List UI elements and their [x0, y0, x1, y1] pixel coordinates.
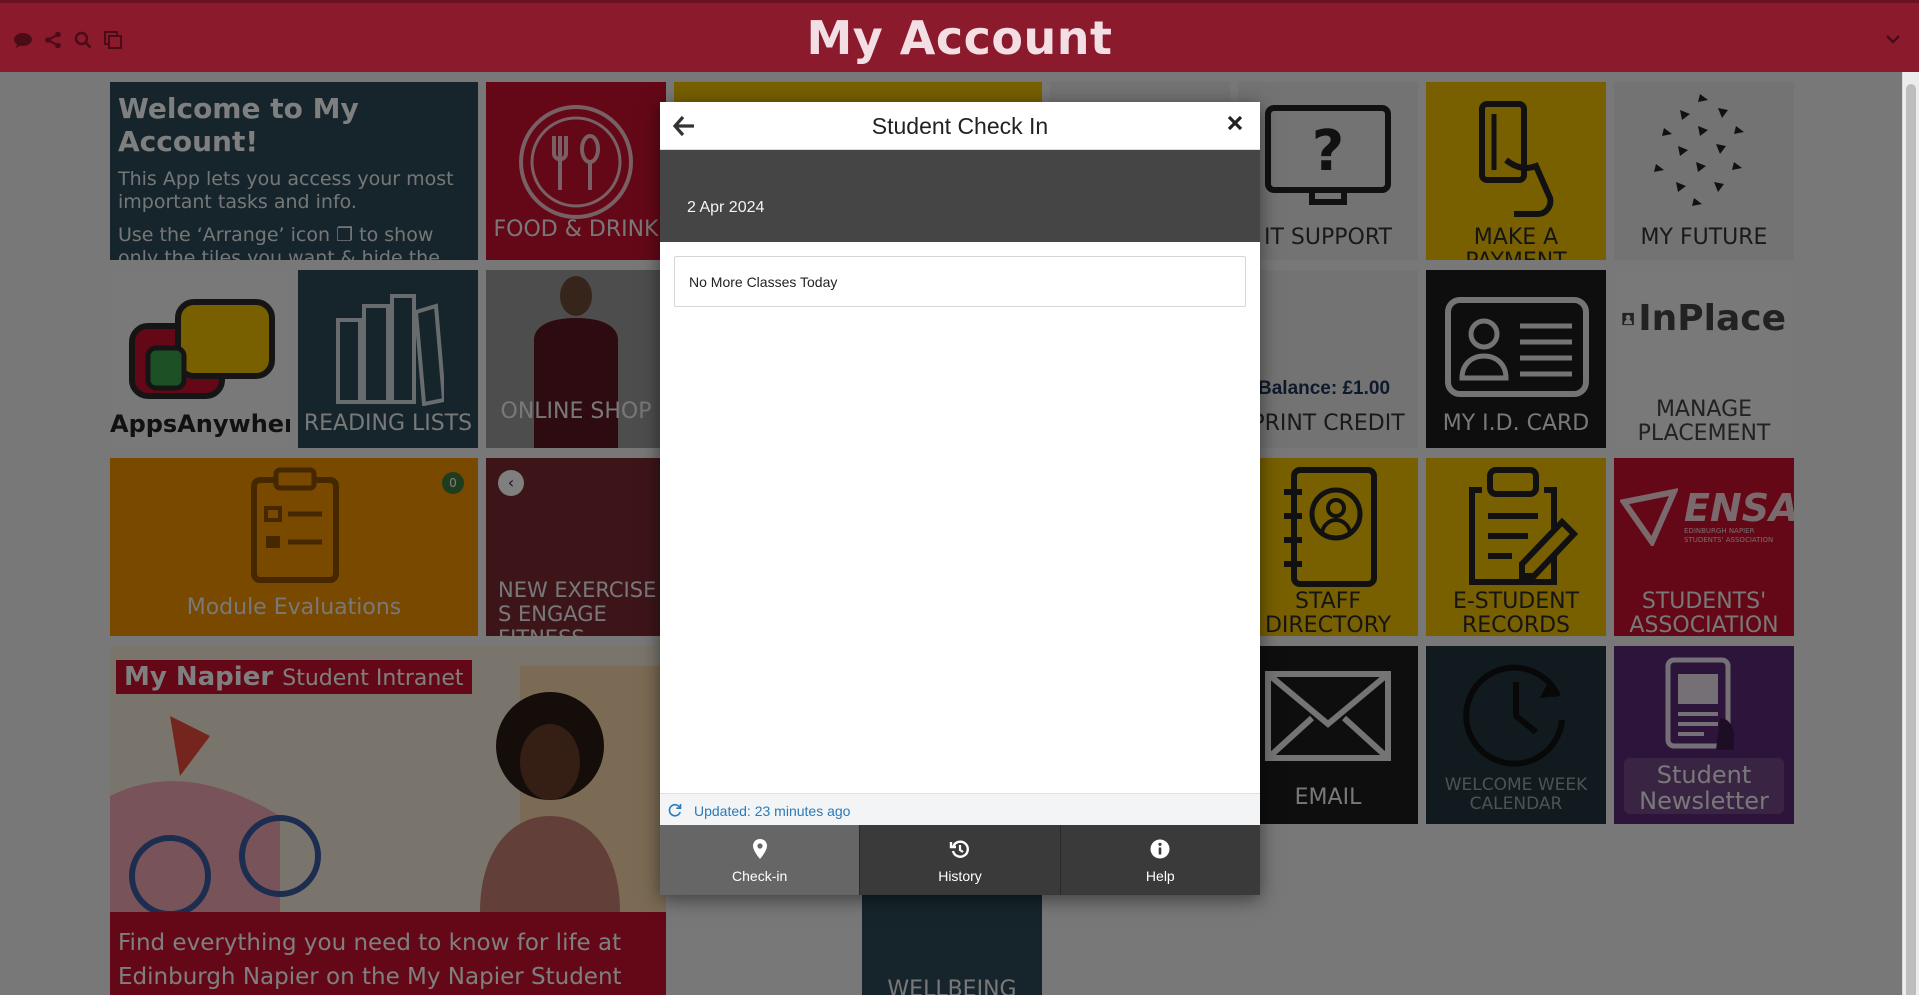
scrollbar-thumb[interactable] — [1906, 84, 1916, 995]
updated-status-text: Updated: 23 minutes ago — [694, 803, 851, 819]
tab-check-in[interactable]: Check-in — [660, 825, 861, 895]
chevron-down-icon[interactable] — [1883, 29, 1903, 49]
tab-check-in-label: Check-in — [732, 868, 788, 884]
tab-help-label: Help — [1145, 868, 1175, 884]
tab-help[interactable]: Help — [1061, 825, 1260, 895]
modal-header: Student Check In — [660, 102, 1260, 150]
page-scrollbar[interactable] — [1902, 72, 1919, 995]
modal-tab-bar: Check-in History Help — [660, 825, 1260, 895]
app-header: My Account — [0, 0, 1919, 72]
date-bar: 2 Apr 2024 — [660, 150, 1260, 242]
class-list: No More Classes Today — [660, 242, 1260, 793]
history-icon — [949, 838, 971, 860]
location-pin-icon — [749, 838, 771, 860]
class-list-item: No More Classes Today — [674, 256, 1246, 307]
page-title: My Account — [806, 11, 1113, 65]
modal-title: Student Check In — [871, 113, 1049, 139]
tab-history[interactable]: History — [860, 825, 1061, 895]
check-in-date: 2 Apr 2024 — [687, 199, 765, 216]
update-status-bar: Updated: 23 minutes ago — [660, 793, 1260, 825]
close-icon[interactable] — [1226, 114, 1246, 134]
info-icon — [1149, 838, 1171, 860]
check-in-modal: Student Check In 2 Apr 2024 No More Clas… — [660, 102, 1260, 895]
no-classes-message: No More Classes Today — [689, 274, 838, 290]
page: My Account Welcome to My Account! This A… — [0, 0, 1919, 995]
tab-history-label: History — [938, 868, 982, 884]
refresh-icon[interactable] — [667, 802, 683, 818]
